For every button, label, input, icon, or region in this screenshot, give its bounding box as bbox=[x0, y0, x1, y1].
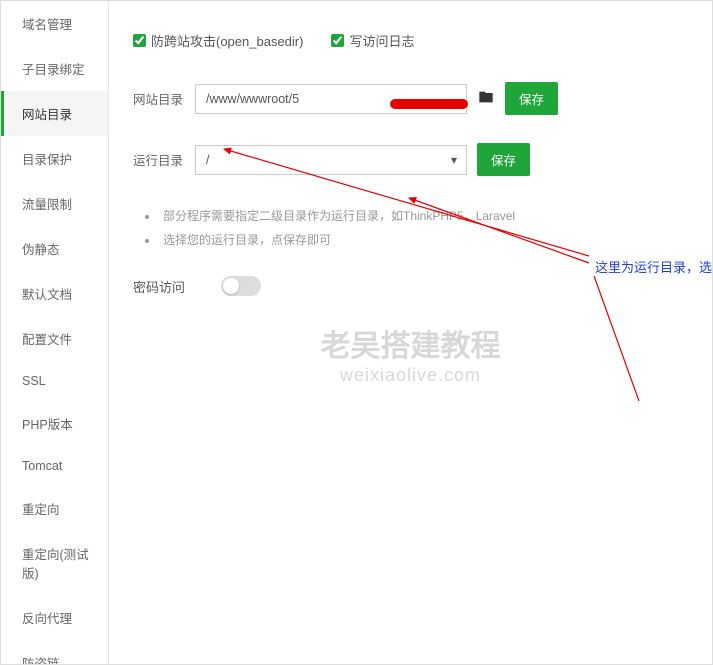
run-dir-save-button[interactable]: 保存 bbox=[477, 143, 530, 176]
annotation-text: 这里为运行目录，选择public bbox=[595, 257, 712, 276]
open-basedir-label: 防跨站攻击(open_basedir) bbox=[151, 31, 303, 50]
sidebar-item-tomcat[interactable]: Tomcat bbox=[1, 446, 108, 486]
main-panel: 防跨站攻击(open_basedir) 写访问日志 网站目录 保存 运行目录 /… bbox=[109, 1, 712, 664]
site-dir-save-button[interactable]: 保存 bbox=[505, 82, 558, 115]
password-access-toggle[interactable] bbox=[221, 276, 261, 296]
sidebar-item-redirect[interactable]: 重定向 bbox=[1, 486, 108, 531]
run-dir-label: 运行目录 bbox=[133, 150, 185, 169]
sidebar: 域名管理 子目录绑定 网站目录 目录保护 流量限制 伪静态 默认文档 配置文件 … bbox=[1, 1, 109, 664]
sidebar-item-site-dir[interactable]: 网站目录 bbox=[1, 91, 108, 136]
site-dir-input[interactable] bbox=[195, 84, 467, 114]
note-item: 选择您的运行目录，点保存即可 bbox=[159, 228, 688, 252]
sidebar-item-subdir-bind[interactable]: 子目录绑定 bbox=[1, 46, 108, 91]
watermark-line2: weixiaolive.com bbox=[321, 365, 501, 386]
site-dir-label: 网站目录 bbox=[133, 89, 185, 108]
sidebar-item-default-doc[interactable]: 默认文档 bbox=[1, 271, 108, 316]
sidebar-item-php-version[interactable]: PHP版本 bbox=[1, 401, 108, 446]
sidebar-item-config-file[interactable]: 配置文件 bbox=[1, 316, 108, 361]
watermark: 老吴搭建教程 weixiaolive.com bbox=[321, 321, 501, 386]
sidebar-item-traffic-limit[interactable]: 流量限制 bbox=[1, 181, 108, 226]
password-access-label: 密码访问 bbox=[133, 277, 185, 296]
sidebar-item-domain[interactable]: 域名管理 bbox=[1, 1, 108, 46]
sidebar-item-dir-protect[interactable]: 目录保护 bbox=[1, 136, 108, 181]
write-log-checkbox-wrap[interactable]: 写访问日志 bbox=[331, 31, 414, 50]
note-item: 部分程序需要指定二级目录作为运行目录，如ThinkPHP5，Laravel bbox=[159, 204, 688, 228]
watermark-line1: 老吴搭建教程 bbox=[321, 321, 501, 365]
open-basedir-checkbox-wrap[interactable]: 防跨站攻击(open_basedir) bbox=[133, 31, 303, 50]
sidebar-item-hotlink[interactable]: 防盗链 bbox=[1, 640, 108, 664]
sidebar-item-ssl[interactable]: SSL bbox=[1, 361, 108, 401]
write-log-checkbox[interactable] bbox=[331, 34, 344, 47]
open-basedir-checkbox[interactable] bbox=[133, 34, 146, 47]
run-dir-select[interactable]: / bbox=[195, 145, 467, 175]
sidebar-item-redirect-beta[interactable]: 重定向(测试版) bbox=[1, 531, 108, 595]
folder-icon[interactable] bbox=[477, 89, 495, 108]
notes-list: 部分程序需要指定二级目录作为运行目录，如ThinkPHP5，Laravel 选择… bbox=[133, 204, 688, 252]
write-log-label: 写访问日志 bbox=[349, 31, 414, 50]
sidebar-item-reverse-proxy[interactable]: 反向代理 bbox=[1, 595, 108, 640]
sidebar-item-rewrite[interactable]: 伪静态 bbox=[1, 226, 108, 271]
